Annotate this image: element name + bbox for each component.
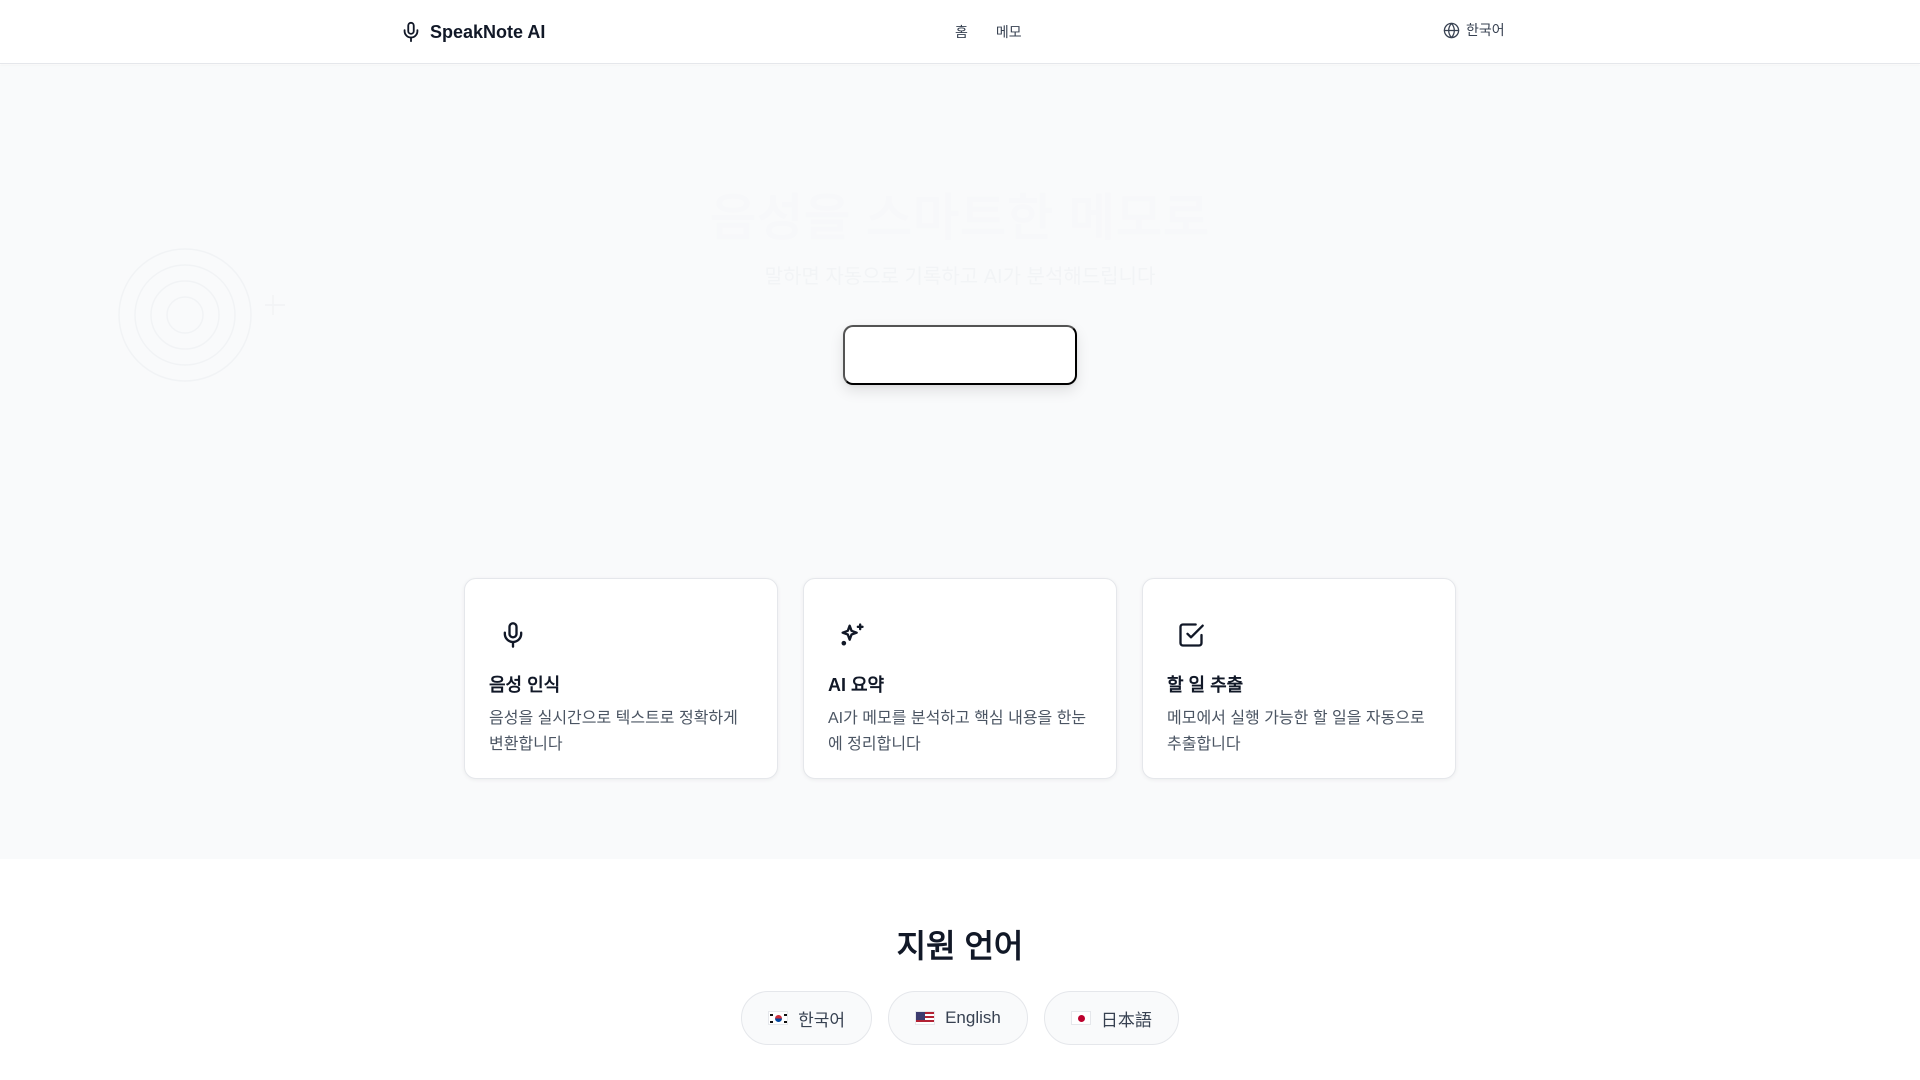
language-pill-japanese[interactable]: 日本語: [1043, 991, 1179, 1045]
nav-link-home[interactable]: 홈: [955, 22, 968, 42]
top-navbar: SpeakNote AI 홈 메모 한국어: [0, 0, 1920, 64]
feature-description: AI가 메모를 분석하고 핵심 내용을 한눈에 정리합니다: [828, 710, 1087, 753]
kr-flag-icon: [768, 1011, 789, 1025]
brand-logo[interactable]: SpeakNote AI: [400, 18, 545, 46]
feature-description: 메모에서 실행 가능한 할 일을 자동으로 추출합니다: [1167, 710, 1425, 753]
globe-icon: [1443, 22, 1460, 38]
nav-link-memo[interactable]: 메모: [996, 22, 1022, 42]
feature-card-task-extraction: 할 일 추출 메모에서 실행 가능한 할 일을 자동으로 추출합니다: [1142, 578, 1456, 779]
language-switcher[interactable]: 한국어: [1443, 20, 1505, 40]
jp-flag-icon: [1070, 1011, 1091, 1025]
start-recording-button[interactable]: [843, 325, 1077, 385]
feature-title: AI 요약: [828, 675, 885, 695]
supported-languages-section: 지원 언어 한국어 English 日本語: [0, 859, 1920, 1080]
language-switcher-label: 한국어: [1466, 22, 1505, 38]
feature-description: 음성을 실시간으로 텍스트로 정확하게 변환합니다: [489, 710, 738, 753]
check-square-icon: [1179, 623, 1204, 647]
feature-cards: 음성 인식 음성을 실시간으로 텍스트로 정확하게 변환합니다 AI 요약 AI…: [464, 578, 1456, 779]
hero-subtitle: 말하면 자동으로 기록하고 AI가 분석해드립니다: [764, 266, 1156, 288]
hero-section: 음성을 스마트한 메모로 말하면 자동으로 기록하고 AI가 분석해드립니다 음…: [0, 65, 1920, 859]
section-title: 지원 언어: [896, 928, 1024, 964]
hero-title: 음성을 스마트한 메모로: [710, 190, 1210, 246]
main-nav: 홈 메모: [955, 22, 1022, 42]
language-label: 日本語: [1100, 1010, 1152, 1030]
language-pill-korean[interactable]: 한국어: [741, 991, 873, 1045]
feature-title: 음성 인식: [489, 675, 561, 695]
feature-card-speech-recognition: 음성 인식 음성을 실시간으로 텍스트로 정확하게 변환합니다: [464, 578, 778, 779]
feature-icon-wrapper: [828, 611, 876, 659]
feature-icon-wrapper: [489, 611, 537, 659]
feature-title: 할 일 추출: [1167, 675, 1244, 695]
microphone-icon: [403, 21, 419, 43]
microphone-icon: [503, 622, 523, 648]
sparkles-icon: [841, 623, 864, 646]
language-label: 한국어: [798, 1010, 846, 1030]
feature-icon-wrapper: [1167, 611, 1215, 659]
language-list: 한국어 English 日本語: [0, 991, 1920, 1045]
language-label: English: [945, 1008, 1001, 1027]
feature-card-ai-summary: AI 요약 AI가 메모를 분석하고 핵심 내용을 한눈에 정리합니다: [803, 578, 1117, 779]
brand-name: SpeakNote AI: [430, 21, 546, 42]
us-flag-icon: [915, 1011, 936, 1025]
language-pill-english[interactable]: English: [888, 991, 1028, 1045]
